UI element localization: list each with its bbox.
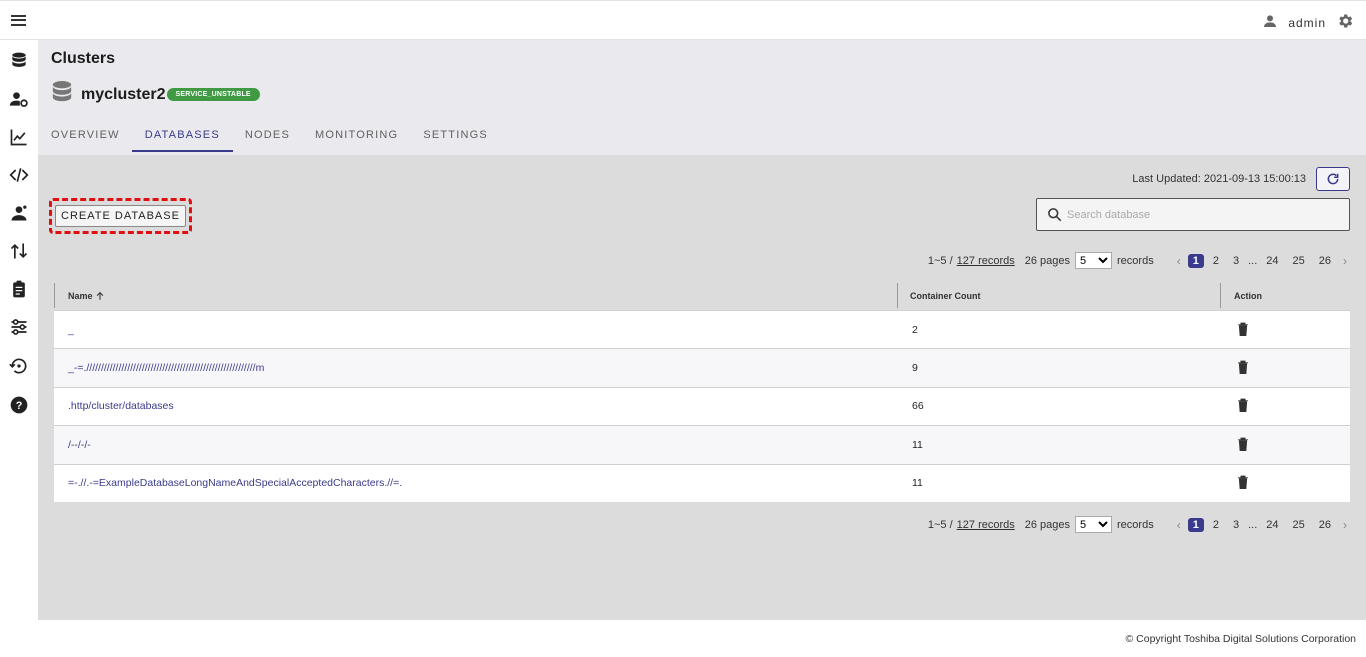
table-row: =-.//.-=ExampleDatabaseLongNameAndSpecia… [54,463,1350,502]
refresh-icon [1327,173,1339,185]
sort-ascending-icon[interactable] [95,291,105,301]
database-name-link[interactable]: .http/cluster/databases [54,400,897,412]
table-row: _-=.////////////////////////////////////… [54,348,1350,387]
cluster-name: mycluster2 [81,85,166,103]
status-badge: SERVICE_UNSTABLE [166,88,260,101]
page-size-select[interactable]: 5 [1075,516,1113,533]
column-header-name[interactable]: Name [54,281,897,310]
total-records-link[interactable]: 127 records [957,255,1015,267]
next-page-icon[interactable]: › [1338,518,1352,532]
prev-page-icon[interactable]: ‹ [1172,254,1186,268]
container-count: 66 [912,400,924,413]
table-body: _ 2 _-=.////////////////////////////////… [54,310,1350,502]
user-icon[interactable] [1262,13,1278,32]
sliders-icon[interactable] [9,317,29,337]
page-button[interactable]: 3 [1228,518,1244,532]
username-label[interactable]: admin [1288,16,1326,30]
user-area: admin [1262,12,1354,33]
prev-page-icon[interactable]: ‹ [1172,518,1186,532]
column-header-action: Action [1220,281,1350,310]
next-page-icon[interactable]: › [1338,254,1352,268]
top-bar: admin [0,0,1366,40]
database-icon[interactable] [9,51,29,71]
users-group-icon[interactable] [9,203,29,223]
total-records-link[interactable]: 127 records [957,519,1015,531]
records-range: 1~5 / [927,518,953,531]
database-name-link[interactable]: _-=.////////////////////////////////////… [54,362,897,374]
sidebar: ? [0,40,38,657]
delete-icon[interactable] [1237,321,1249,339]
page-button[interactable]: 2 [1208,254,1224,268]
table-row: .http/cluster/databases 66 [54,386,1350,426]
database-name-link[interactable]: =-.//.-=ExampleDatabaseLongNameAndSpecia… [54,477,897,489]
code-icon[interactable] [9,165,29,185]
page-button[interactable]: 1 [1187,517,1204,532]
footer: © Copyright Toshiba Digital Solutions Co… [38,620,1366,657]
pages-count: 26 pages [1024,518,1071,531]
database-name-link[interactable]: _ [54,324,897,336]
tab-overview[interactable]: OVERVIEW [51,123,120,151]
page-button[interactable]: 24 [1261,518,1283,532]
container-count: 2 [912,323,918,336]
page-button[interactable]: 1 [1187,253,1204,268]
page-header: Clusters mycluster2 SERVICE_UNSTABLE OVE… [38,40,1366,155]
import-export-icon[interactable] [9,241,29,261]
restore-icon[interactable] [9,356,29,376]
tab-monitoring[interactable]: MONITORING [315,123,398,151]
search-icon [1047,207,1062,227]
tab-databases[interactable]: DATABASES [131,123,234,152]
svg-text:?: ? [16,400,23,412]
page-button[interactable]: 24 [1261,254,1283,268]
copyright-text: © Copyright Toshiba Digital Solutions Co… [1125,633,1357,645]
clipboard-icon[interactable] [9,279,29,299]
create-database-button[interactable]: CREATE DATABASE [55,205,186,227]
page-button[interactable]: 25 [1288,518,1310,532]
delete-icon[interactable] [1237,359,1249,377]
records-label: records [1117,518,1154,531]
delete-icon[interactable] [1237,436,1249,454]
help-icon[interactable]: ? [9,395,29,415]
delete-icon[interactable] [1237,474,1249,492]
page-button[interactable]: 26 [1314,254,1336,268]
records-label: records [1117,254,1154,267]
search-box[interactable] [1036,198,1350,231]
table-header: Name Container Count Action [54,281,1350,310]
pagination-top: 1~5 / 127 records 26 pages 5 records ‹ 1… [928,252,1352,269]
container-count: 9 [912,362,918,375]
page-button[interactable]: 25 [1288,254,1310,268]
column-header-container-count: Container Count [897,281,1220,310]
page-ellipsis: ... [1248,518,1258,531]
tab-bar: OVERVIEW DATABASES NODES MONITORING SETT… [51,123,513,152]
table-row: /--/-/- 11 [54,425,1350,464]
databases-table: Name Container Count Action _ 2 _-=.////… [54,281,1350,502]
page-ellipsis: ... [1248,254,1258,267]
refresh-button[interactable] [1316,167,1350,191]
table-row: _ 2 [54,310,1350,349]
databases-panel: Last Updated: 2021-09-13 15:00:13 CREATE… [38,155,1366,620]
cluster-database-icon [51,80,73,109]
create-database-highlight: CREATE DATABASE [49,198,192,234]
user-settings-icon[interactable] [9,89,29,109]
database-name-link[interactable]: /--/-/- [54,439,897,451]
page-button[interactable]: 26 [1314,518,1336,532]
page-size-select[interactable]: 5 [1075,252,1113,269]
cluster-title-row: mycluster2 SERVICE_UNSTABLE [51,80,260,109]
last-updated-label: Last Updated: 2021-09-13 15:00:13 [1132,173,1306,185]
page-title: Clusters [51,50,116,67]
container-count: 11 [912,438,923,451]
page-button[interactable]: 3 [1228,254,1244,268]
gear-icon[interactable] [1336,12,1354,33]
delete-icon[interactable] [1237,397,1249,415]
hamburger-menu-icon[interactable] [9,12,29,30]
page-button[interactable]: 2 [1208,518,1224,532]
search-input[interactable] [1067,206,1337,224]
chart-line-icon[interactable] [9,127,29,147]
container-count: 11 [912,477,923,490]
records-range: 1~5 / [927,254,953,267]
tab-settings[interactable]: SETTINGS [423,123,488,151]
tab-nodes[interactable]: NODES [245,123,290,151]
pages-count: 26 pages [1024,254,1071,267]
pagination-bottom: 1~5 / 127 records 26 pages 5 records ‹ 1… [928,516,1352,533]
